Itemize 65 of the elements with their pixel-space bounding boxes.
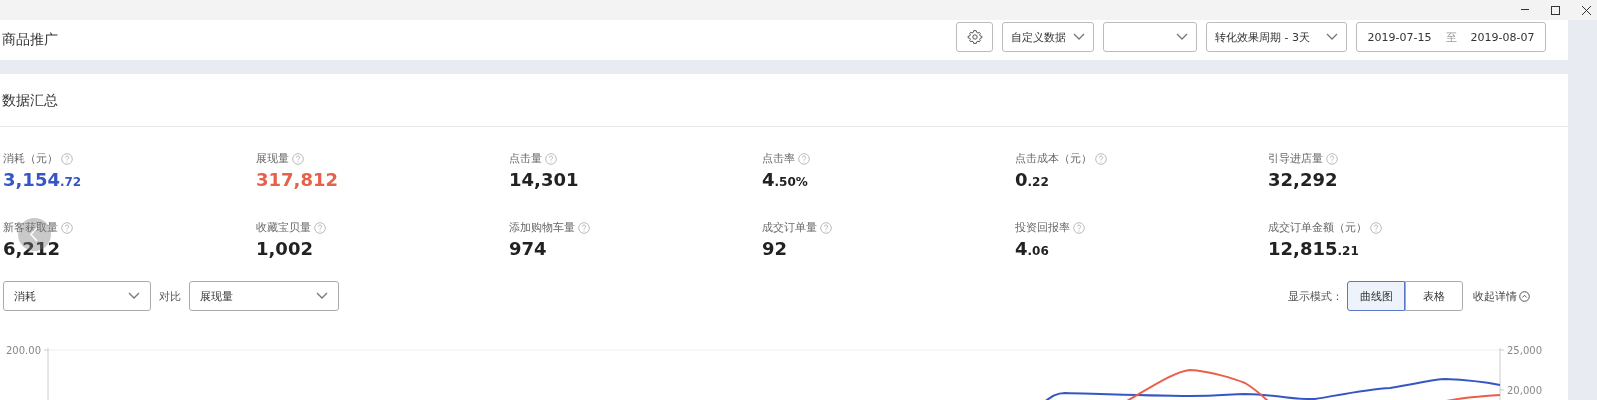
chevron-down-icon [1073,33,1085,41]
chevron-down-icon [128,292,140,300]
metric-value: 14,301 [509,169,579,190]
axis-tick-label: 25,000 [1507,345,1542,356]
chevron-down-icon [316,292,328,300]
metric-value: 6,212 [3,238,60,259]
axis-tick-label: 20,000 [1507,385,1542,396]
help-icon[interactable] [1095,152,1107,165]
metric-label: 点击成本（元） [1015,151,1092,166]
help-icon[interactable] [1073,221,1085,234]
metric-value: 12,815.21 [1268,238,1359,259]
date-range-field[interactable]: 2019-07-15 至 2019-08-07 [1356,22,1546,52]
metric-value: 92 [762,238,788,259]
y-axis [1499,347,1505,400]
metric-label: 展现量 [256,151,289,166]
chevron-down-icon [1326,33,1338,41]
metric-value: 317,812 [256,169,338,190]
help-icon[interactable] [61,152,73,165]
metric-label: 添加购物车量 [509,220,575,235]
mode-tab[interactable]: 曲线图 [1347,281,1405,311]
help-icon[interactable] [820,221,832,234]
help-icon[interactable] [1326,152,1338,165]
collapse-icon [1519,290,1530,302]
metric-label: 成交订单金额（元） [1268,220,1367,235]
y-axis [43,347,49,400]
collapse-link[interactable]: 收起详情 [1473,288,1530,304]
help-icon[interactable] [61,221,73,234]
metric-label: 引导进店量 [1268,151,1323,166]
metric-label: 消耗（元） [3,151,58,166]
metric-value: 4.50% [762,169,808,190]
metric-select[interactable]: 消耗 [3,281,151,311]
compare-label: 对比 [159,288,181,304]
metric-label: 投资回报率 [1015,220,1070,235]
dropdown[interactable]: 转化效果周期 - 3天 [1206,22,1347,52]
help-icon[interactable] [292,152,304,165]
minimize-icon[interactable] [1521,9,1529,11]
help-icon[interactable] [578,221,590,234]
metric-value: 32,292 [1268,169,1338,190]
page-title: 商品推广 [2,31,59,49]
help-icon[interactable] [1370,221,1382,234]
help-icon[interactable] [798,152,810,165]
metric-value: 0.22 [1015,169,1049,190]
close-icon[interactable] [1582,5,1591,15]
dropdown[interactable]: 自定义数据 [1002,22,1094,52]
metric-value: 974 [509,238,547,259]
settings-button[interactable] [956,22,993,52]
metric-label: 点击率 [762,151,795,166]
metric-value: 4.06 [1015,238,1049,259]
metric-label: 成交订单量 [762,220,817,235]
metric-label: 收藏宝贝量 [256,220,311,235]
help-icon[interactable] [314,221,326,234]
metric-select[interactable]: 展现量 [189,281,339,311]
metric-label: 点击量 [509,151,542,166]
axis-tick-label: 200.00 [6,345,41,356]
display-mode-label: 显示模式： [1288,288,1343,304]
help-icon[interactable] [545,152,557,165]
mode-tab[interactable]: 表格 [1405,281,1463,311]
dropdown[interactable] [1103,22,1197,52]
metric-label: 新客获取量 [3,220,58,235]
metric-value: 3,154.72 [3,169,82,190]
settings-icon [966,29,983,45]
maximize-icon[interactable] [1551,5,1560,15]
section-title: 数据汇总 [0,74,1568,127]
metric-value: 1,002 [256,238,313,259]
chevron-down-icon [1176,33,1188,41]
